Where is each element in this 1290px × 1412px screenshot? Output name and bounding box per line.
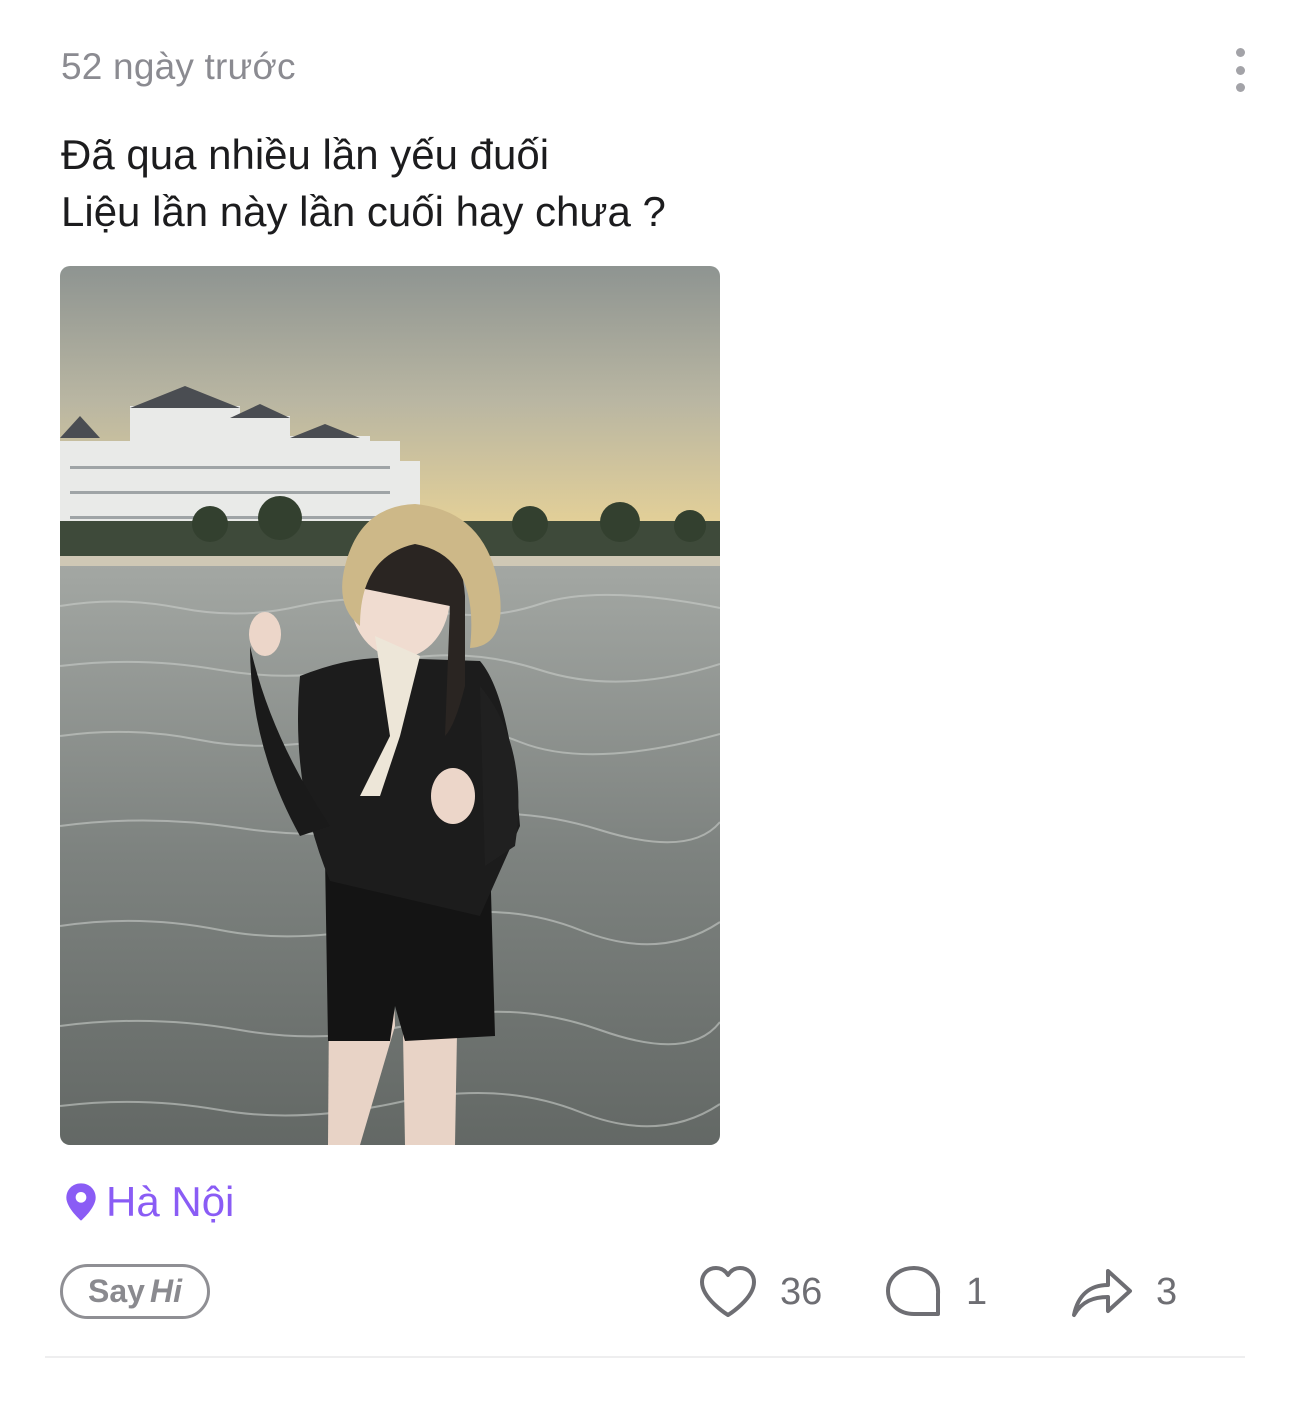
- like-count: 36: [780, 1270, 823, 1313]
- share-arrow-icon: [1072, 1269, 1132, 1317]
- more-dot-icon: [1235, 65, 1245, 75]
- post-photo[interactable]: [60, 266, 720, 1145]
- location-tag[interactable]: Hà Nội: [64, 1178, 234, 1226]
- say-hi-label-say: Say: [88, 1273, 145, 1309]
- caption-line: Liệu lần này lần cuối hay chưa ?: [61, 188, 666, 235]
- photo-image: [60, 266, 720, 1145]
- location-label: Hà Nội: [106, 1178, 235, 1225]
- like-button[interactable]: 36: [698, 1262, 822, 1322]
- heart-icon: [700, 1266, 756, 1317]
- post-divider: [45, 1356, 1245, 1358]
- comment-count: 1: [966, 1270, 988, 1313]
- caption-line: Đã qua nhiều lần yếu đuối: [61, 131, 550, 178]
- more-dot-icon: [1235, 48, 1245, 57]
- say-hi-label-hi: Hi: [149, 1273, 182, 1309]
- share-button[interactable]: 3: [1070, 1262, 1177, 1322]
- comment-button[interactable]: 1: [884, 1262, 987, 1322]
- more-options-button[interactable]: [1222, 48, 1258, 92]
- more-dot-icon: [1235, 83, 1245, 92]
- map-pin-icon: [66, 1183, 96, 1221]
- post-timestamp: 52 ngày trước: [61, 46, 296, 87]
- post-caption: Đã qua nhiều lần yếu đuối Liệu lần này l…: [61, 126, 666, 240]
- say-hi-button[interactable]: Say Hi: [60, 1264, 210, 1319]
- share-count: 3: [1156, 1270, 1178, 1313]
- post-card: 52 ngày trước Đã qua nhiều lần yếu đuối …: [0, 0, 1290, 1412]
- comment-bubble-icon: [886, 1266, 941, 1316]
